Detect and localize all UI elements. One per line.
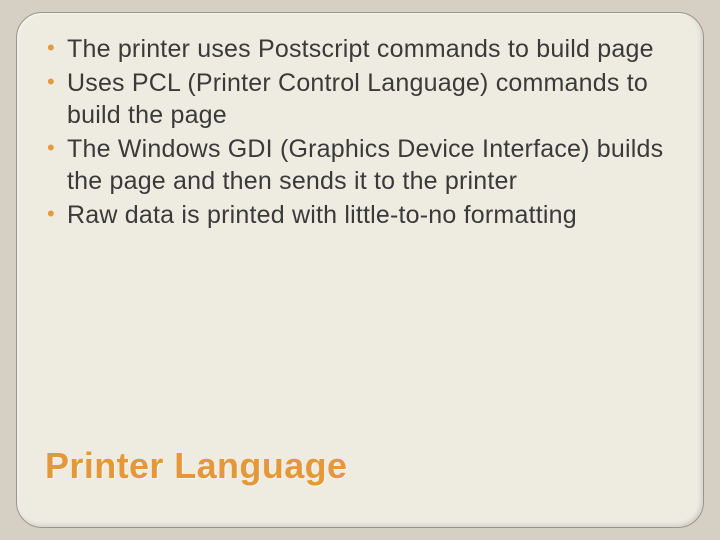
list-item: Uses PCL (Printer Control Language) comm…: [45, 67, 675, 131]
slide-card: The printer uses Postscript commands to …: [16, 12, 704, 528]
bullet-list: The printer uses Postscript commands to …: [45, 33, 675, 231]
list-item: The printer uses Postscript commands to …: [45, 33, 675, 65]
bullet-text: The Windows GDI (Graphics Device Interfa…: [67, 135, 663, 195]
bullet-text: Uses PCL (Printer Control Language) comm…: [67, 69, 648, 129]
list-item: Raw data is printed with little-to-no fo…: [45, 199, 675, 231]
slide-title: Printer Language: [45, 445, 347, 487]
bullet-text: Raw data is printed with little-to-no fo…: [67, 201, 577, 229]
list-item: The Windows GDI (Graphics Device Interfa…: [45, 133, 675, 197]
bullet-text: The printer uses Postscript commands to …: [67, 35, 654, 63]
